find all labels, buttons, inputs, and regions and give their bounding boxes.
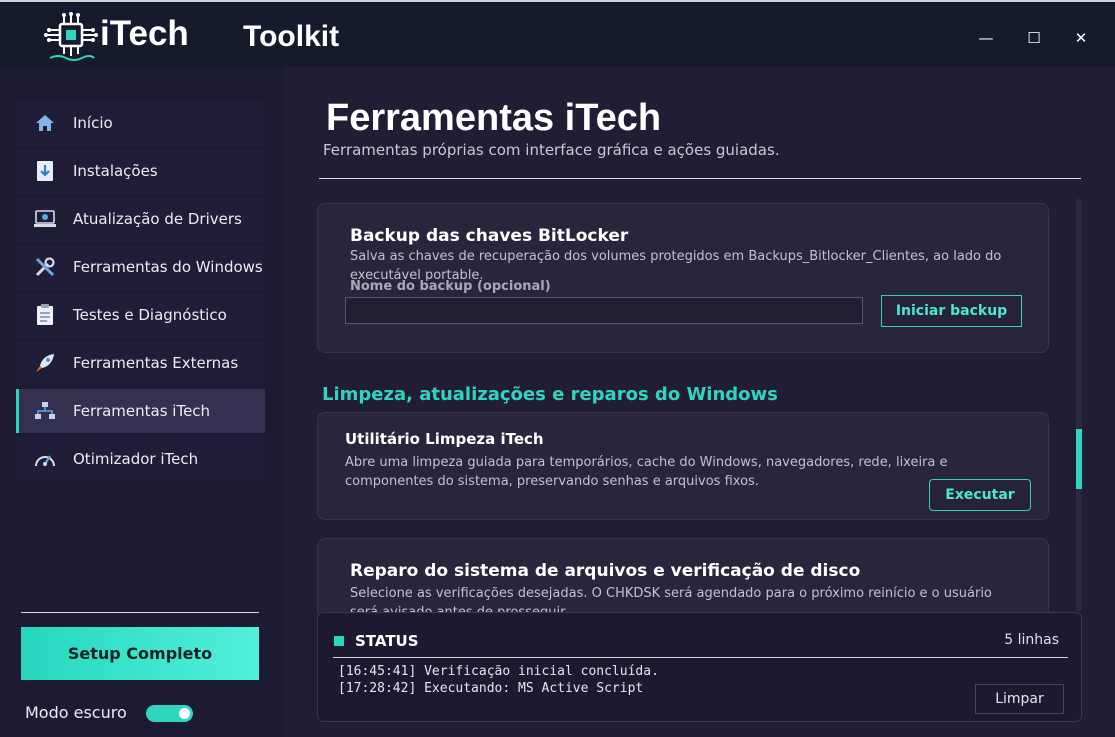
network-icon — [32, 398, 58, 424]
status-panel: STATUS 5 linhas [16:45:41] Verificação i… — [317, 612, 1082, 722]
page-title: Ferramentas iTech — [326, 97, 662, 139]
sidebar: Início Instalações Atualização de Driver… — [0, 67, 283, 737]
sidebar-item-label: Atualização de Drivers — [73, 210, 242, 228]
cleanup-card: Utilitário Limpeza iTech Abre uma limpez… — [317, 412, 1049, 520]
dark-mode-label: Modo escuro — [25, 703, 127, 722]
sidebar-item-instalacoes[interactable]: Instalações — [16, 149, 265, 193]
page-subtitle: Ferramentas próprias com interface gráfi… — [323, 141, 780, 159]
backup-name-input[interactable] — [345, 297, 863, 324]
circuit-logo-icon — [44, 12, 98, 61]
sidebar-item-label: Ferramentas do Windows — [73, 258, 263, 276]
close-button[interactable]: ✕ — [1069, 26, 1093, 50]
section-heading: Limpeza, atualizações e reparos do Windo… — [322, 384, 778, 405]
executar-button[interactable]: Executar — [929, 479, 1031, 511]
bitlocker-card: Backup das chaves BitLocker Salva as cha… — [317, 203, 1049, 353]
backup-name-label: Nome do backup (opcional) — [350, 279, 551, 294]
card-description: Selecione as verificações desejadas. O C… — [350, 586, 992, 612]
setup-completo-button[interactable]: Setup Completo — [21, 627, 259, 680]
status-line-count: 5 linhas — [1004, 632, 1059, 648]
app-title: Toolkit — [243, 20, 340, 53]
rocket-icon — [32, 350, 58, 376]
sidebar-item-ferramentas-windows[interactable]: Ferramentas do Windows — [16, 245, 265, 289]
card-description: Abre uma limpeza guiada para temporários… — [345, 455, 948, 488]
sidebar-item-inicio[interactable]: Início — [16, 101, 265, 145]
sidebar-item-otimizador[interactable]: Otimizador iTech — [16, 437, 265, 481]
brand-name: iTech — [100, 14, 189, 53]
sidebar-item-label: Instalações — [73, 162, 158, 180]
home-icon — [32, 110, 58, 136]
iniciar-backup-button[interactable]: Iniciar backup — [881, 295, 1022, 327]
sidebar-item-drivers[interactable]: Atualização de Drivers — [16, 197, 265, 241]
log-line: [17:28:42] Executando: MS Active Script — [338, 681, 644, 696]
limpar-button[interactable]: Limpar — [975, 684, 1064, 714]
download-icon — [32, 158, 58, 184]
minimize-button[interactable]: — — [974, 26, 998, 50]
card-title: Utilitário Limpeza iTech — [345, 430, 544, 448]
dark-mode-toggle[interactable] — [146, 705, 193, 722]
status-indicator-icon — [334, 636, 344, 646]
repair-card: Reparo do sistema de arquivos e verifica… — [317, 538, 1049, 612]
status-divider — [333, 657, 1068, 658]
clipboard-icon — [32, 302, 58, 328]
gauge-icon — [32, 446, 58, 472]
sidebar-item-label: Início — [73, 114, 113, 132]
scrollbar-track[interactable] — [1076, 199, 1082, 611]
sidebar-item-ferramentas-itech[interactable]: Ferramentas iTech — [16, 389, 265, 433]
card-title: Backup das chaves BitLocker — [350, 226, 629, 246]
title-divider — [319, 178, 1081, 179]
sidebar-item-label: Testes e Diagnóstico — [73, 306, 227, 324]
sidebar-divider — [21, 612, 259, 613]
scrollbar-thumb[interactable] — [1076, 429, 1082, 489]
card-description: Salva as chaves de recuperação dos volum… — [350, 249, 1002, 281]
status-title: STATUS — [355, 632, 419, 650]
log-line: [16:45:41] Verificação inicial concluída… — [338, 664, 659, 679]
title-bar: iTech Toolkit — ☐ ✕ — [0, 0, 1115, 67]
sidebar-item-label: Ferramentas iTech — [73, 402, 211, 420]
sidebar-item-label: Ferramentas Externas — [73, 354, 239, 372]
sidebar-item-externas[interactable]: Ferramentas Externas — [16, 341, 265, 385]
sidebar-item-testes[interactable]: Testes e Diagnóstico — [16, 293, 265, 337]
toggle-knob — [179, 708, 190, 719]
driver-icon — [32, 206, 58, 232]
maximize-button[interactable]: ☐ — [1022, 26, 1046, 50]
sidebar-item-label: Otimizador iTech — [73, 450, 199, 468]
tools-icon — [32, 254, 58, 280]
status-log: [16:45:41] Verificação inicial concluída… — [338, 663, 659, 697]
card-title: Reparo do sistema de arquivos e verifica… — [350, 561, 861, 581]
main-content: Ferramentas iTech Ferramentas próprias c… — [283, 67, 1115, 737]
